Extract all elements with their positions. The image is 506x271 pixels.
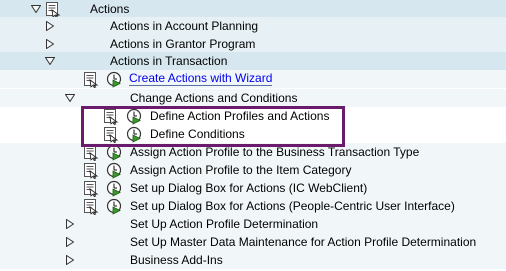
triangle-right-icon[interactable] (64, 236, 76, 248)
tree-label: Set up Dialog Box for Actions (People-Ce… (130, 199, 455, 213)
tree-label: Set up Dialog Box for Actions (IC WebCli… (130, 181, 368, 195)
documentation-icon[interactable] (83, 162, 99, 179)
tree-node-assign-item-category[interactable]: Assign Action Profile to the Item Catego… (0, 161, 506, 179)
triangle-down-icon[interactable] (30, 3, 42, 15)
tree-label: Actions in Grantor Program (110, 37, 256, 51)
tree-label: Assign Action Profile to the Business Tr… (130, 145, 420, 159)
tree-node-change-actions[interactable]: Change Actions and Conditions (0, 89, 506, 107)
clock-execute-icon[interactable] (106, 71, 122, 88)
tree-node-define-conditions[interactable]: Define Conditions (0, 125, 506, 143)
clock-execute-icon[interactable] (106, 144, 122, 161)
clock-execute-icon[interactable] (106, 198, 122, 215)
triangle-right-icon[interactable] (44, 38, 56, 50)
tree-label: Set Up Master Data Maintenance for Actio… (130, 235, 477, 249)
triangle-right-icon[interactable] (64, 218, 76, 230)
tree-link-label[interactable]: Create Actions with Wizard (129, 72, 273, 86)
tree-node-dialog-people-centric[interactable]: Set up Dialog Box for Actions (People-Ce… (0, 197, 506, 215)
customizing-tree: Actions Actions in Account Planning Acti… (0, 0, 506, 271)
tree-label: Define Action Profiles and Actions (150, 109, 330, 123)
clock-execute-icon[interactable] (126, 108, 142, 125)
documentation-icon[interactable] (83, 144, 99, 161)
tree-node-assign-transaction-type[interactable]: Assign Action Profile to the Business Tr… (0, 143, 506, 161)
tree-label: Set Up Action Profile Determination (130, 217, 319, 231)
triangle-right-icon[interactable] (64, 254, 76, 266)
tree-label: Actions (90, 2, 130, 16)
documentation-icon[interactable] (83, 180, 99, 197)
tree-node-grantor-program[interactable]: Actions in Grantor Program (0, 35, 506, 53)
tree-node-transaction[interactable]: Actions in Transaction (0, 52, 506, 70)
documentation-icon[interactable] (103, 126, 119, 143)
documentation-icon[interactable] (83, 71, 99, 88)
tree-label: Actions in Transaction (110, 54, 228, 68)
tree-label: Actions in Account Planning (110, 19, 259, 33)
triangle-down-icon[interactable] (44, 55, 56, 67)
documentation-icon[interactable] (45, 1, 61, 18)
tree-node-master-data-maintenance[interactable]: Set Up Master Data Maintenance for Actio… (0, 233, 506, 251)
documentation-icon[interactable] (83, 198, 99, 215)
tree-node-actions[interactable]: Actions (0, 0, 506, 18)
triangle-right-icon[interactable] (44, 20, 56, 32)
tree-node-dialog-ic-webclient[interactable]: Set up Dialog Box for Actions (IC WebCli… (0, 179, 506, 197)
tree-node-business-add-ins[interactable]: Business Add-Ins (0, 251, 506, 269)
triangle-down-icon[interactable] (64, 92, 76, 104)
tree-label: Assign Action Profile to the Item Catego… (130, 163, 352, 177)
tree-node-account-planning[interactable]: Actions in Account Planning (0, 17, 506, 35)
tree-node-define-profiles[interactable]: Define Action Profiles and Actions (0, 107, 506, 125)
tree-label: Define Conditions (150, 127, 245, 141)
clock-execute-icon[interactable] (106, 180, 122, 197)
documentation-icon[interactable] (103, 108, 119, 125)
tree-label: Business Add-Ins (130, 253, 223, 267)
tree-node-create-wizard[interactable]: Create Actions with Wizard (0, 70, 506, 88)
clock-execute-icon[interactable] (106, 162, 122, 179)
tree-label: Change Actions and Conditions (130, 91, 298, 105)
tree-node-profile-determination[interactable]: Set Up Action Profile Determination (0, 215, 506, 233)
clock-execute-icon[interactable] (126, 126, 142, 143)
